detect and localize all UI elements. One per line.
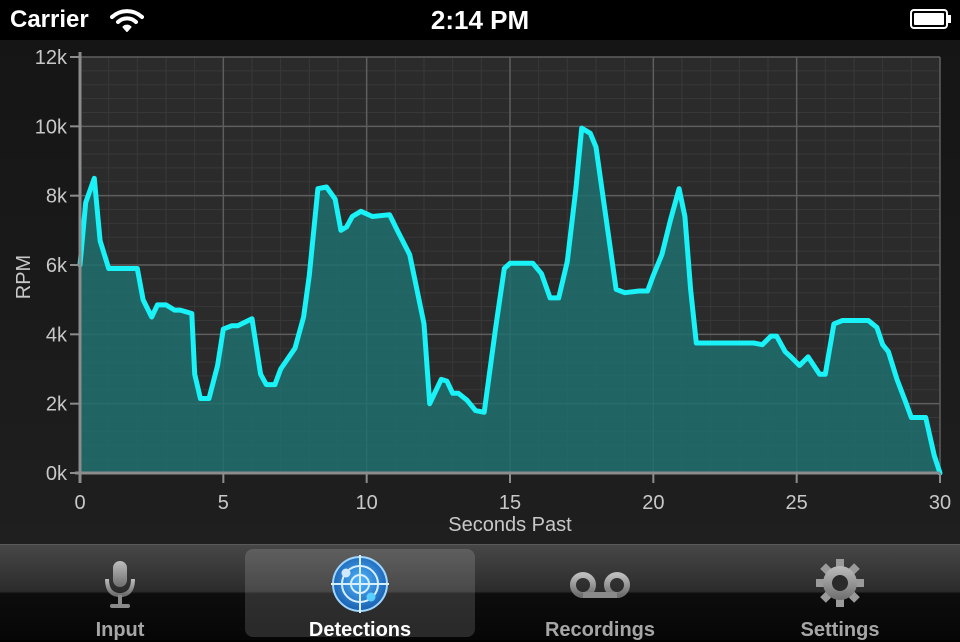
y-tick-label: 0k bbox=[46, 463, 68, 485]
x-tick-label: 15 bbox=[499, 492, 521, 514]
x-tick-label: 20 bbox=[642, 492, 664, 514]
tab-detections[interactable]: Detections bbox=[245, 549, 475, 637]
x-tick-label: 5 bbox=[218, 492, 229, 514]
rpm-chart-svg: 0 5 10 15 20 25 30 0k 2k 4k 6k 8k 10k 12k Seconds Past… bbox=[0, 40, 960, 544]
status-bar: Carrier 2:14 PM bbox=[0, 0, 960, 40]
gear-icon bbox=[810, 553, 870, 613]
carrier-label: Carrier bbox=[10, 6, 89, 34]
tab-input[interactable]: Input bbox=[5, 549, 235, 637]
radar-icon bbox=[330, 553, 390, 613]
tab-label-input: Input bbox=[5, 619, 235, 642]
rpm-chart: 0 5 10 15 20 25 30 0k 2k 4k 6k 8k 10k 12k Seconds Past… bbox=[0, 40, 960, 544]
wifi-icon bbox=[110, 7, 144, 33]
y-tick-label: 12k bbox=[35, 47, 68, 69]
x-axis-title: Seconds Past bbox=[448, 514, 572, 536]
y-tick-label: 2k bbox=[46, 394, 68, 416]
tab-settings[interactable]: Settings bbox=[725, 549, 955, 637]
y-tick-label: 10k bbox=[35, 116, 68, 138]
battery-icon bbox=[910, 8, 952, 30]
y-tick-label: 6k bbox=[46, 255, 68, 277]
x-tick-label: 10 bbox=[356, 492, 378, 514]
microphone-icon bbox=[90, 553, 150, 613]
x-tick-label: 30 bbox=[929, 492, 951, 514]
x-tick-label: 25 bbox=[786, 492, 808, 514]
tab-bar: Input Detections Recordings bbox=[0, 544, 960, 640]
voicemail-icon bbox=[570, 553, 630, 613]
y-axis-title: RPM bbox=[13, 255, 35, 299]
y-tick-label: 4k bbox=[46, 324, 68, 346]
tab-recordings[interactable]: Recordings bbox=[485, 549, 715, 637]
status-time: 2:14 PM bbox=[380, 5, 580, 36]
tab-label-recordings: Recordings bbox=[485, 619, 715, 642]
x-tick-label: 0 bbox=[74, 492, 85, 514]
tab-label-detections: Detections bbox=[245, 619, 475, 642]
tab-label-settings: Settings bbox=[725, 619, 955, 642]
y-tick-label: 8k bbox=[46, 186, 68, 208]
